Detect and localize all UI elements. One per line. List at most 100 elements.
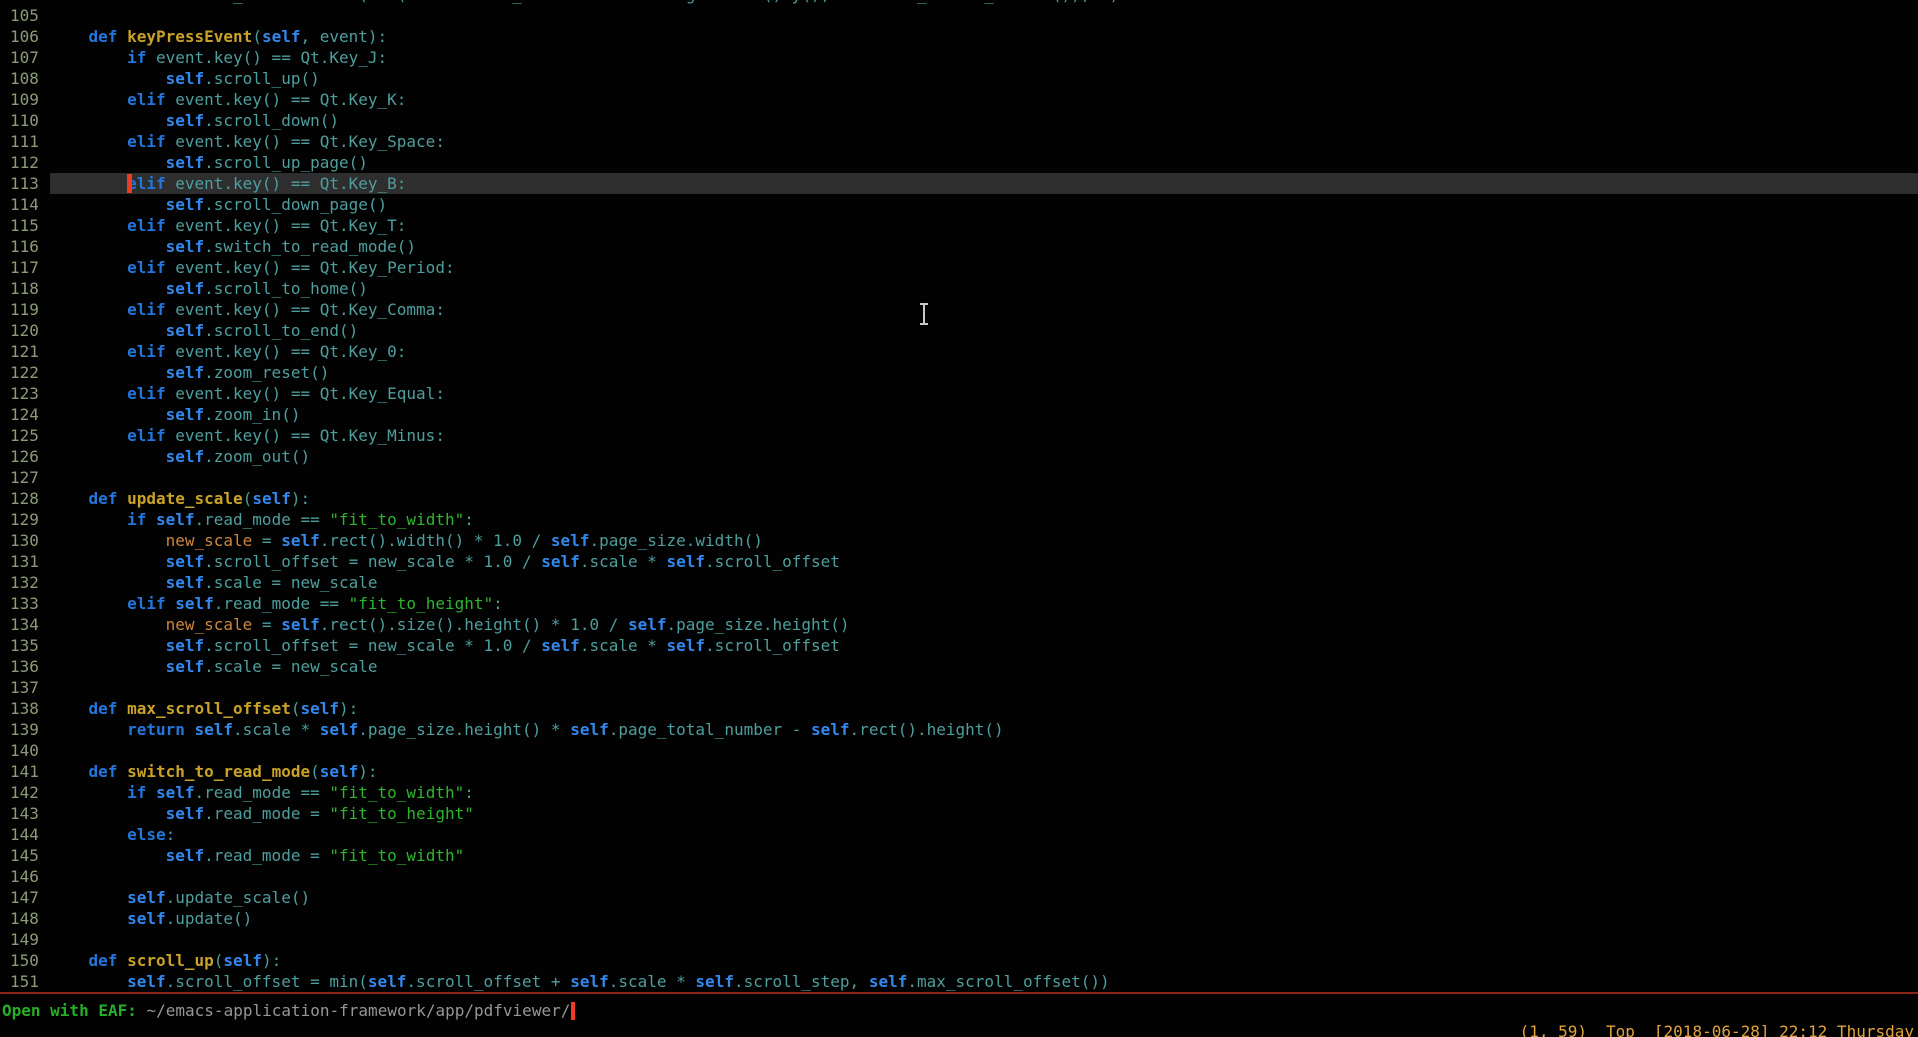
code-line[interactable]: 111 elif event.key() == Qt.Key_Space: xyxy=(0,131,1918,152)
code-line[interactable]: 107 if event.key() == Qt.Key_J: xyxy=(0,47,1918,68)
minibuffer-cursor xyxy=(571,1002,575,1020)
code-line[interactable]: 132 self.scale = new_scale xyxy=(0,572,1918,593)
code-line[interactable]: 143 self.read_mode = "fit_to_height" xyxy=(0,803,1918,824)
code-text: elif event.key() == Qt.Key_Comma: xyxy=(50,299,1918,320)
code-text: new_scale = self.rect().size().height() … xyxy=(50,614,1918,635)
tray-datetime: [2018-06-28] 22:12 Thursday xyxy=(1654,1022,1914,1037)
minibuffer-input[interactable]: ~/emacs-application-framework/app/pdfvie… xyxy=(147,1001,571,1020)
code-text: self.zoom_out() xyxy=(50,446,1918,467)
code-line[interactable]: 131 self.scroll_offset = new_scale * 1.0… xyxy=(0,551,1918,572)
code-text xyxy=(50,740,1918,761)
code-line[interactable]: 118 self.scroll_to_home() xyxy=(0,278,1918,299)
code-text: self.read_mode = "fit_to_width" xyxy=(50,845,1918,866)
code-text: if self.read_mode == "fit_to_width": xyxy=(50,782,1918,803)
code-text: self.scroll_up_page() xyxy=(50,152,1918,173)
echo-area: Open with EAF: ~/emacs-application-frame… xyxy=(0,994,1918,1037)
line-number: 120 xyxy=(0,320,50,341)
code-line[interactable]: 133 elif self.read_mode == "fit_to_heigh… xyxy=(0,593,1918,614)
code-line[interactable]: 141 def switch_to_read_mode(self): xyxy=(0,761,1918,782)
code-text: elif event.key() == Qt.Key_Period: xyxy=(50,257,1918,278)
code-text: def keyPressEvent(self, event): xyxy=(50,26,1918,47)
code-text: self.zoom_in() xyxy=(50,404,1918,425)
code-text: else: xyxy=(50,824,1918,845)
code-line[interactable]: 124 self.zoom_in() xyxy=(0,404,1918,425)
line-number: 151 xyxy=(0,971,50,992)
code-text: def max_scroll_offset(self): xyxy=(50,698,1918,719)
code-text: self.scale = new_scale xyxy=(50,572,1918,593)
code-line[interactable]: 149 xyxy=(0,929,1918,950)
line-number: 145 xyxy=(0,845,50,866)
code-line[interactable]: 145 self.read_mode = "fit_to_width" xyxy=(0,845,1918,866)
code-line[interactable]: 134 new_scale = self.rect().size().heigh… xyxy=(0,614,1918,635)
tray-cursor-position: (1, 59) xyxy=(1520,1022,1587,1037)
code-text: self.read_mode = "fit_to_height" xyxy=(50,803,1918,824)
line-number: 114 xyxy=(0,194,50,215)
line-number: 137 xyxy=(0,677,50,698)
code-line[interactable]: 126 self.zoom_out() xyxy=(0,446,1918,467)
line-number: 124 xyxy=(0,404,50,425)
code-line[interactable]: 122 self.zoom_reset() xyxy=(0,362,1918,383)
code-line[interactable]: 146 xyxy=(0,866,1918,887)
code-line[interactable]: 117 elif event.key() == Qt.Key_Period: xyxy=(0,257,1918,278)
line-number: 132 xyxy=(0,572,50,593)
code-line[interactable]: 119 elif event.key() == Qt.Key_Comma: xyxy=(0,299,1918,320)
line-number: 147 xyxy=(0,887,50,908)
line-number: 123 xyxy=(0,383,50,404)
code-line[interactable]: 108 self.scroll_up() xyxy=(0,68,1918,89)
code-line[interactable]: 138 def max_scroll_offset(self): xyxy=(0,698,1918,719)
code-line[interactable]: 114 self.scroll_down_page() xyxy=(0,194,1918,215)
code-text xyxy=(50,866,1918,887)
code-line[interactable]: 150 def scroll_up(self): xyxy=(0,950,1918,971)
code-editor[interactable]: 104 self.scroll_offset = max(min(self.sc… xyxy=(0,0,1918,992)
code-text: self.scroll_to_home() xyxy=(50,278,1918,299)
code-line[interactable]: 148 self.update() xyxy=(0,908,1918,929)
line-number: 115 xyxy=(0,215,50,236)
code-line[interactable]: 121 elif event.key() == Qt.Key_0: xyxy=(0,341,1918,362)
code-text: self.zoom_reset() xyxy=(50,362,1918,383)
code-line[interactable]: 120 self.scroll_to_end() xyxy=(0,320,1918,341)
minibuffer[interactable]: Open with EAF: ~/emacs-application-frame… xyxy=(2,1000,1914,1021)
code-line[interactable]: 142 if self.read_mode == "fit_to_width": xyxy=(0,782,1918,803)
code-line[interactable]: 128 def update_scale(self): xyxy=(0,488,1918,509)
line-number: 105 xyxy=(0,5,50,26)
code-line[interactable]: 113 elif event.key() == Qt.Key_B: xyxy=(0,173,1918,194)
code-line[interactable]: 139 return self.scale * self.page_size.h… xyxy=(0,719,1918,740)
line-number: 149 xyxy=(0,929,50,950)
code-line[interactable]: 112 self.scroll_up_page() xyxy=(0,152,1918,173)
line-number: 127 xyxy=(0,467,50,488)
code-line[interactable]: 115 elif event.key() == Qt.Key_T: xyxy=(0,215,1918,236)
code-line[interactable]: 140 xyxy=(0,740,1918,761)
code-line[interactable]: 129 if self.read_mode == "fit_to_width": xyxy=(0,509,1918,530)
code-line[interactable]: 147 self.update_scale() xyxy=(0,887,1918,908)
line-number: 140 xyxy=(0,740,50,761)
code-line[interactable]: 127 xyxy=(0,467,1918,488)
code-line[interactable]: 125 elif event.key() == Qt.Key_Minus: xyxy=(0,425,1918,446)
code-line[interactable]: 123 elif event.key() == Qt.Key_Equal: xyxy=(0,383,1918,404)
code-line[interactable]: 144 else: xyxy=(0,824,1918,845)
code-text: self.scroll_down() xyxy=(50,110,1918,131)
code-line[interactable]: 109 elif event.key() == Qt.Key_K: xyxy=(0,89,1918,110)
code-line[interactable]: 130 new_scale = self.rect().width() * 1.… xyxy=(0,530,1918,551)
code-text: self.scroll_offset = min(self.scroll_off… xyxy=(50,971,1918,992)
code-text: elif self.read_mode == "fit_to_height": xyxy=(50,593,1918,614)
line-number: 133 xyxy=(0,593,50,614)
code-text: self.scroll_to_end() xyxy=(50,320,1918,341)
code-line[interactable]: 136 self.scale = new_scale xyxy=(0,656,1918,677)
code-line[interactable]: 135 self.scroll_offset = new_scale * 1.0… xyxy=(0,635,1918,656)
code-text: self.scroll_up() xyxy=(50,68,1918,89)
code-text: elif event.key() == Qt.Key_Minus: xyxy=(50,425,1918,446)
code-line[interactable]: 106 def keyPressEvent(self, event): xyxy=(0,26,1918,47)
line-number: 150 xyxy=(0,950,50,971)
tray-buffer-position: Top xyxy=(1606,1022,1635,1037)
code-line[interactable]: 105 xyxy=(0,5,1918,26)
code-line[interactable]: 137 xyxy=(0,677,1918,698)
code-text xyxy=(50,677,1918,698)
code-line[interactable]: 151 self.scroll_offset = min(self.scroll… xyxy=(0,971,1918,992)
code-text: self.switch_to_read_mode() xyxy=(50,236,1918,257)
code-line[interactable]: 116 self.switch_to_read_mode() xyxy=(0,236,1918,257)
code-text: def update_scale(self): xyxy=(50,488,1918,509)
line-number: 117 xyxy=(0,257,50,278)
line-number: 148 xyxy=(0,908,50,929)
code-line[interactable]: 110 self.scroll_down() xyxy=(0,110,1918,131)
line-number: 121 xyxy=(0,341,50,362)
